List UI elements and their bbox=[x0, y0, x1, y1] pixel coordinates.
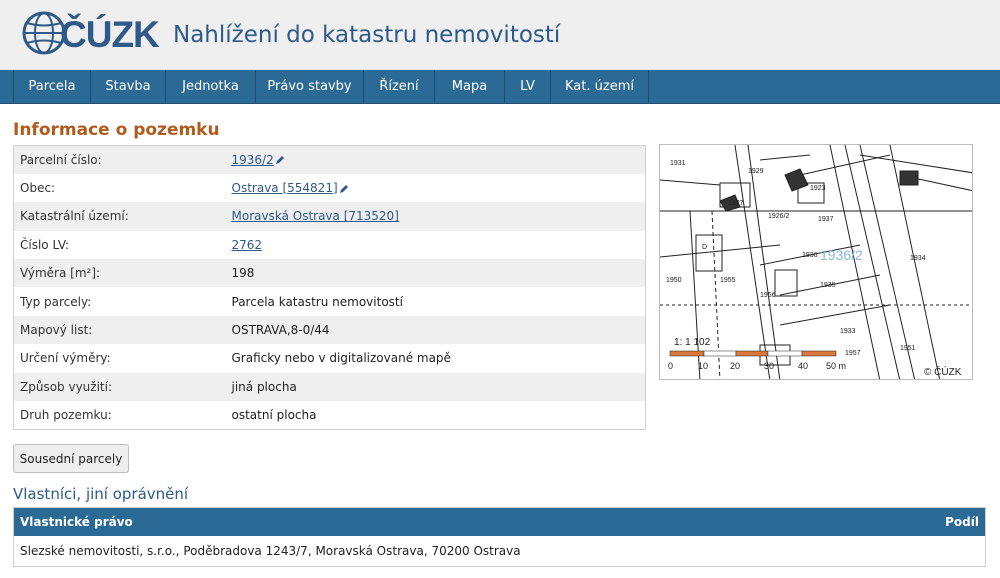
svg-text:20: 20 bbox=[730, 361, 740, 371]
info-value-link[interactable]: Ostrava [554821] bbox=[232, 181, 338, 195]
svg-text:1957: 1957 bbox=[845, 350, 861, 357]
svg-text:10: 10 bbox=[698, 361, 708, 371]
owners-col-right: Vlastnické právo bbox=[20, 515, 133, 529]
svg-text:1933: 1933 bbox=[840, 328, 856, 335]
svg-text:1936: 1936 bbox=[802, 252, 818, 259]
svg-text:1950: 1950 bbox=[666, 277, 682, 284]
info-label: Mapový list: bbox=[13, 315, 226, 345]
info-label: Určení výměry: bbox=[13, 344, 226, 373]
info-value: ostatní plocha bbox=[225, 401, 646, 430]
nav-item-pravo-stavby[interactable]: Právo stavby bbox=[256, 70, 364, 104]
nav-item-stavba[interactable]: Stavba bbox=[91, 70, 166, 104]
info-row: Mapový list: OSTRAVA,8-0/44 bbox=[13, 315, 646, 345]
info-label: Parcelní číslo: bbox=[13, 145, 226, 174]
owners-table: Vlastnické právo Podíl Slezské nemovitos… bbox=[13, 507, 986, 567]
svg-text:1935: 1935 bbox=[820, 282, 836, 289]
info-label: Typ parcely: bbox=[13, 287, 226, 316]
info-row: Parcelní číslo: 1936/2 bbox=[13, 145, 646, 174]
info-label: Výměra [m²]: bbox=[13, 259, 226, 288]
info-label: Číslo LV: bbox=[13, 230, 226, 260]
nav-item-lv[interactable]: LV bbox=[505, 70, 551, 104]
pencil-icon[interactable] bbox=[275, 155, 285, 165]
site-title: Nahlížení do katastru nemovitostí bbox=[173, 22, 561, 48]
svg-text:1955: 1955 bbox=[720, 277, 736, 284]
owners-table-header: Vlastnické právo Podíl bbox=[14, 508, 985, 536]
info-row: Určení výměry: Graficky nebo v digitalizo… bbox=[13, 344, 646, 373]
nav-item-mapa[interactable]: Mapa bbox=[435, 70, 505, 104]
info-value-link[interactable]: 2762 bbox=[232, 238, 263, 252]
info-value: 1936/2 bbox=[225, 145, 646, 174]
info-label: Způsob využití: bbox=[13, 372, 226, 402]
section-title: Informace o pozemku bbox=[13, 120, 220, 140]
nav-item-jednotka[interactable]: Jednotka bbox=[166, 70, 256, 104]
svg-text:1934: 1934 bbox=[910, 255, 926, 262]
nav-item-rizeni[interactable]: Řízení bbox=[364, 70, 435, 104]
svg-text:0: 0 bbox=[668, 361, 673, 371]
owners-col-share: Podíl bbox=[945, 515, 979, 529]
info-value: Parcela katastru nemovitostí bbox=[225, 287, 646, 316]
map-scale-bar bbox=[669, 350, 837, 357]
map-drawing: 1931 1929 1923 1927 1926/2 1937 1935 193… bbox=[660, 145, 972, 379]
info-value: Moravská Ostrava [713520] bbox=[225, 202, 646, 231]
pencil-icon[interactable] bbox=[339, 184, 349, 194]
logo-text: ČÚZK bbox=[60, 14, 160, 55]
map-scale-text: 1: 1 102 bbox=[674, 337, 711, 348]
svg-text:40: 40 bbox=[798, 361, 808, 371]
info-row: Druh pozemku: ostatní plocha bbox=[13, 401, 646, 430]
parcel-info-table: Parcelní číslo: 1936/2 Obec: Ostrava [55482… bbox=[13, 145, 646, 430]
info-value: OSTRAVA,8-0/44 bbox=[225, 315, 646, 345]
info-value: Ostrava [554821] bbox=[225, 173, 646, 203]
svg-text:1927: 1927 bbox=[728, 200, 744, 207]
svg-text:1951: 1951 bbox=[900, 345, 916, 352]
svg-text:30: 30 bbox=[764, 361, 774, 371]
page-header: ČÚZK Nahlížení do katastru nemovitostí bbox=[0, 0, 1000, 70]
info-row: Typ parcely: Parcela katastru nemovitostí bbox=[13, 287, 646, 316]
main-nav: Parcela Stavba Jednotka Právo stavby Říz… bbox=[0, 70, 1000, 104]
svg-text:1929: 1929 bbox=[748, 168, 764, 175]
svg-text:50 m: 50 m bbox=[826, 361, 846, 371]
owner-row: Slezské nemovitosti, s.r.o., Poděbradova… bbox=[14, 536, 985, 566]
info-value: 198 bbox=[225, 259, 646, 288]
info-label: Katastrální území: bbox=[13, 202, 226, 231]
cuzk-logo[interactable]: ČÚZK bbox=[22, 6, 162, 62]
neighbor-parcels-button[interactable]: Sousední parcely bbox=[13, 444, 129, 473]
nav-item-kat-uzemi[interactable]: Kat. území bbox=[551, 70, 649, 104]
info-row: Způsob využití: jiná plocha bbox=[13, 372, 646, 402]
svg-text:1923: 1923 bbox=[810, 185, 826, 192]
info-row: Číslo LV: 2762 bbox=[13, 230, 646, 260]
svg-text:1931: 1931 bbox=[670, 160, 686, 167]
svg-text:1956: 1956 bbox=[760, 292, 776, 299]
info-value: Graficky nebo v digitalizované mapě bbox=[225, 344, 646, 373]
info-row: Katastrální území: Moravská Ostrava [7135… bbox=[13, 202, 646, 231]
cadastral-map[interactable]: 1931 1929 1923 1927 1926/2 1937 1935 193… bbox=[659, 144, 973, 380]
svg-text:1937: 1937 bbox=[818, 216, 834, 223]
owners-title: Vlastníci, jiní oprávnění bbox=[13, 485, 189, 503]
map-parcel-label: 1936/2 bbox=[820, 247, 863, 263]
info-value-link[interactable]: Moravská Ostrava [713520] bbox=[232, 209, 399, 223]
info-row: Výměra [m²]: 198 bbox=[13, 259, 646, 288]
svg-text:1926/2: 1926/2 bbox=[768, 213, 790, 220]
nav-item-parcela[interactable]: Parcela bbox=[13, 70, 91, 104]
info-label: Druh pozemku: bbox=[13, 401, 226, 430]
info-value: 2762 bbox=[225, 230, 646, 260]
info-label: Obec: bbox=[13, 173, 226, 203]
svg-text:D: D bbox=[702, 244, 707, 251]
info-value-link[interactable]: 1936/2 bbox=[232, 153, 274, 167]
info-value: jiná plocha bbox=[225, 372, 646, 402]
map-copyright: © ČÚZK bbox=[924, 365, 962, 378]
info-row: Obec: Ostrava [554821] bbox=[13, 173, 646, 203]
